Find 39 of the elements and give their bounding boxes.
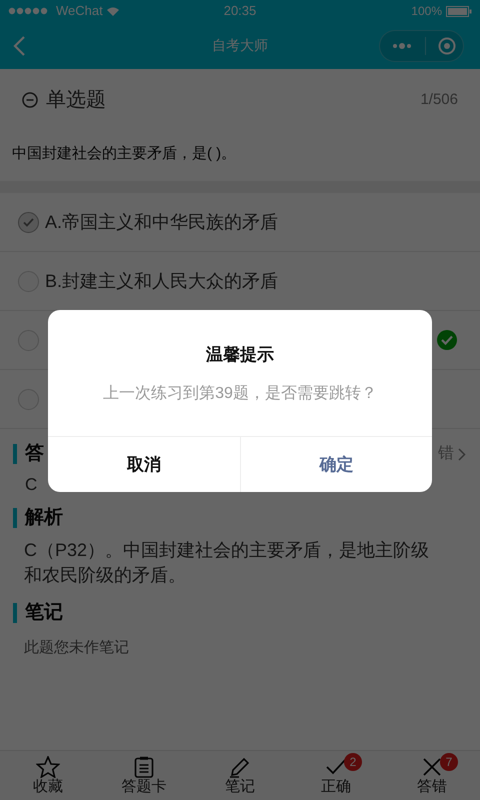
pencil-icon: [229, 756, 251, 778]
more-icon[interactable]: [392, 42, 412, 50]
dialog-title: 温馨提示: [206, 344, 274, 366]
check-icon: [23, 218, 34, 226]
capsule-menu[interactable]: [379, 30, 464, 62]
answer-value: C: [25, 474, 38, 496]
status-time: 20:35: [224, 2, 256, 20]
star-icon: [36, 756, 60, 778]
clipboard-icon: [134, 756, 154, 778]
confirm-button[interactable]: 确定: [240, 437, 432, 492]
notes-text: 此题您未作笔记: [24, 639, 129, 656]
question-text: 中国封建社会的主要矛盾，是( )。: [12, 144, 236, 164]
minus-circle-icon: [22, 92, 38, 108]
cancel-button[interactable]: 取消: [48, 437, 240, 492]
tab-bar-item[interactable]: 答错 7: [384, 751, 480, 800]
tab-bar-item[interactable]: 答题卡: [96, 751, 192, 800]
section-heading: 解析: [25, 506, 63, 530]
battery-icon: [446, 6, 472, 16]
tab-bar-item[interactable]: 正确 2: [288, 751, 384, 800]
tab-bar-item[interactable]: 笔记: [192, 751, 288, 800]
option-label: B.封建主义和人民大众的矛盾: [45, 270, 278, 292]
count-badge: 7: [440, 753, 458, 771]
analysis-text: C（P32）。中国封建社会的主要矛盾，是地主阶级和农民阶级的矛盾。: [24, 539, 430, 587]
option-label: A.帝国主义和中华民族的矛盾: [45, 210, 278, 234]
cross-icon: [421, 756, 443, 778]
page-title: 自考大师: [212, 36, 268, 55]
question-type: 单选题: [46, 88, 106, 113]
back-icon[interactable]: [12, 34, 26, 56]
option-row[interactable]: A.帝国主义和中华民族的矛盾: [0, 193, 480, 252]
section-heading: 答: [25, 442, 44, 466]
battery-percent: 100%: [411, 3, 442, 20]
chevron-right-icon[interactable]: [458, 448, 466, 460]
section-heading: 笔记: [25, 600, 63, 625]
tab-bar-item[interactable]: 收藏: [0, 751, 96, 800]
dialog-message: 上一次练习到第39题，是否需要跳转？: [103, 384, 377, 404]
carrier-name: WeChat: [56, 2, 103, 20]
wifi-icon: [106, 6, 119, 16]
close-icon[interactable]: [438, 36, 456, 54]
count-badge: 2: [344, 753, 362, 771]
